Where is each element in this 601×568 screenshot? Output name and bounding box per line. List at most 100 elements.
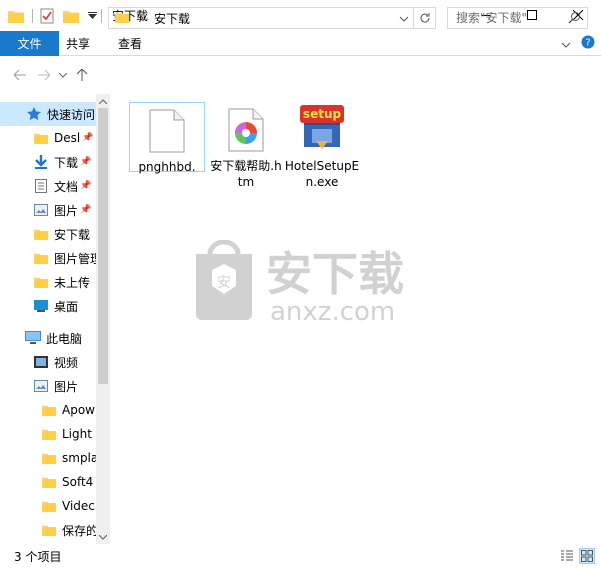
help-icon[interactable]: ? [581, 35, 595, 52]
folder-icon [41, 450, 57, 466]
html-file-icon [222, 106, 270, 154]
nav-subfolder[interactable]: Light [41, 422, 92, 446]
file-item[interactable]: setup HotelSetupEn.exe [284, 102, 360, 190]
svg-text:安: 安 [217, 275, 231, 291]
file-name: 安下载帮助.htm [210, 159, 282, 189]
anxz-watermark: 安 安下载 anxz.com [192, 239, 452, 327]
navigation-pane: 快速访问 Desl 📌 下载 📌 文档 📌 图片 📌 安下载 图片管理 未上传 … [0, 94, 110, 544]
customize-toolbar-chevron-icon[interactable] [87, 8, 97, 24]
forward-button[interactable] [32, 63, 56, 87]
pin-icon: 📌 [80, 157, 92, 167]
file-item[interactable]: 安下载帮助.htm [208, 102, 284, 190]
scroll-up-icon[interactable] [96, 94, 110, 108]
nav-label: Light [62, 427, 92, 441]
folder-icon [41, 522, 57, 538]
refresh-button[interactable] [414, 7, 436, 29]
scrollbar-thumb[interactable] [98, 108, 108, 384]
nav-quick-access[interactable]: 快速访问 [0, 102, 96, 126]
file-item[interactable]: pnghhbd. [129, 102, 205, 174]
nav-label: Soft4 [62, 475, 94, 489]
nav-label: 此电脑 [46, 331, 83, 346]
desktop-icon [33, 298, 49, 314]
nav-label: 文档 [54, 179, 79, 194]
folder-icon [33, 274, 49, 290]
file-name: HotelSetupEn.exe [284, 159, 360, 189]
ribbon-tabs: 文件 主页 共享 查看 ? [0, 30, 601, 56]
back-button[interactable] [8, 63, 32, 87]
tab-share[interactable]: 共享 [52, 31, 104, 56]
folder-icon [41, 402, 57, 418]
toolbar-separator [101, 8, 102, 23]
folder-icon[interactable] [8, 8, 24, 24]
nav-label: 图片管理 [54, 251, 103, 266]
expand-ribbon-icon[interactable] [561, 37, 571, 51]
search-box[interactable] [447, 7, 588, 29]
pin-icon: 📌 [80, 205, 92, 215]
nav-label: 图片 [54, 379, 79, 394]
nav-item-downloads[interactable]: 下载 📌 [33, 150, 91, 174]
address-bar[interactable]: 安下载 [108, 7, 414, 29]
nav-scrollbar[interactable] [96, 94, 110, 544]
nav-subfolder[interactable]: smpla [41, 446, 98, 470]
nav-label: 图片 [54, 203, 79, 218]
search-icon[interactable] [568, 11, 581, 27]
nav-subfolder[interactable]: Videc [41, 494, 95, 518]
recent-locations-button[interactable] [56, 63, 70, 87]
nav-item-desktop[interactable]: 桌面 [33, 294, 78, 318]
document-icon [33, 178, 49, 194]
folder-icon [41, 498, 57, 514]
nav-item-videos[interactable]: 视频 [33, 350, 78, 374]
nav-label: 视频 [54, 355, 79, 370]
folder-icon [41, 426, 57, 442]
scroll-down-icon[interactable] [96, 530, 110, 544]
nav-label: 安下载 [54, 227, 91, 242]
up-button[interactable] [70, 63, 94, 87]
nav-item-picture-management[interactable]: 图片管理 [33, 246, 102, 270]
watermark-domain: anxz.com [270, 297, 395, 326]
nav-subfolder[interactable]: Apow [41, 398, 95, 422]
nav-label: Apow [62, 403, 95, 417]
status-bar: 3 个项目 [0, 544, 601, 568]
svg-text:setup: setup [303, 107, 342, 121]
nav-item-pictures[interactable]: 图片 [33, 374, 78, 398]
new-folder-icon[interactable] [63, 8, 79, 24]
video-icon [33, 354, 49, 370]
file-list: pnghhbd. 安下载帮助.htm setup HotelSetupEn.ex… [110, 94, 601, 544]
folder-icon [41, 474, 57, 490]
svg-text:?: ? [585, 38, 590, 49]
nav-label: smpla [62, 451, 99, 465]
file-name: pnghhbd. [138, 160, 196, 174]
star-icon [26, 106, 42, 122]
breadcrumb[interactable]: 安下载 [154, 10, 190, 27]
nav-item-documents[interactable]: 文档 📌 [33, 174, 91, 198]
folder-icon [33, 130, 49, 146]
folder-icon [33, 250, 49, 266]
pin-icon: 📌 [82, 133, 94, 143]
nav-this-pc[interactable]: 此电脑 [25, 326, 82, 350]
view-switcher [559, 548, 595, 564]
properties-icon[interactable] [39, 8, 55, 24]
folder-icon [115, 11, 129, 26]
search-input[interactable] [456, 9, 576, 27]
picture-icon [33, 202, 49, 218]
item-count: 3 个项目 [14, 549, 62, 564]
nav-item-anxiazai[interactable]: 安下载 [33, 222, 90, 246]
nav-item-pictures-pinned[interactable]: 图片 📌 [33, 198, 91, 222]
tab-file[interactable]: 文件 [0, 30, 59, 56]
nav-subfolder[interactable]: 保存的 [41, 518, 98, 542]
download-icon [33, 154, 49, 170]
computer-icon [25, 330, 41, 346]
toolbar-separator [32, 8, 33, 23]
nav-label: 保存的 [62, 523, 99, 538]
nav-item-not-uploaded[interactable]: 未上传 [33, 270, 90, 294]
breadcrumb-chevron-icon[interactable] [138, 12, 144, 25]
picture-icon [33, 378, 49, 394]
watermark-text: 安下载 [266, 247, 404, 301]
details-view-icon[interactable] [559, 548, 575, 564]
tab-view[interactable]: 查看 [104, 31, 156, 56]
nav-subfolder[interactable]: Soft4 [41, 470, 93, 494]
nav-item-desktop-pinned[interactable]: Desl 📌 [33, 126, 93, 150]
address-history-chevron-icon[interactable] [399, 11, 409, 25]
large-icons-view-icon[interactable] [579, 548, 595, 564]
blank-file-icon [143, 107, 191, 155]
